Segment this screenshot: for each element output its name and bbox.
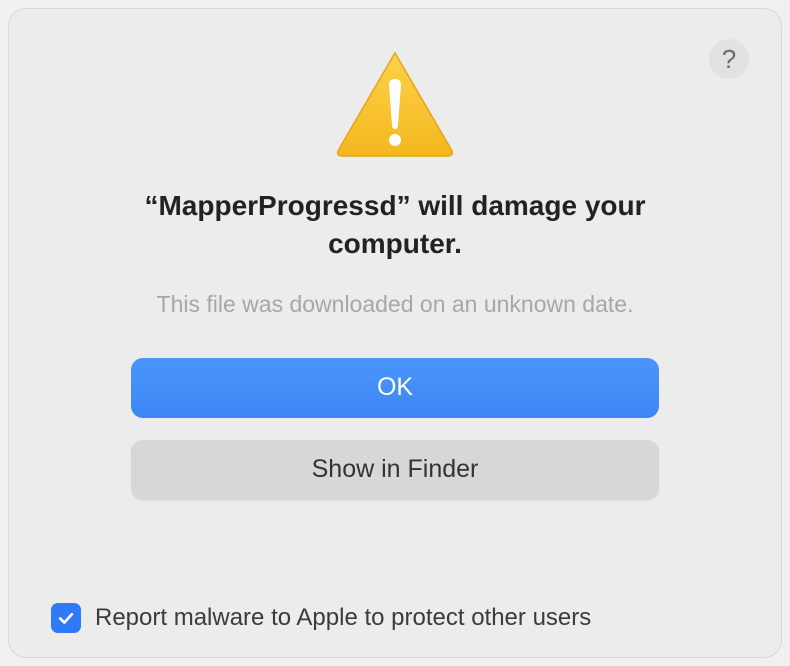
- gatekeeper-warning-dialog: ? “MapperProgressd” will damage your com…: [8, 8, 782, 658]
- report-malware-row: Report malware to Apple to protect other…: [51, 603, 591, 633]
- report-malware-label: Report malware to Apple to protect other…: [95, 604, 591, 632]
- warning-icon: [331, 47, 459, 159]
- ok-button[interactable]: OK: [131, 358, 659, 418]
- checkmark-icon: [56, 608, 76, 628]
- help-icon: ?: [722, 44, 736, 75]
- report-malware-checkbox[interactable]: [51, 603, 81, 633]
- show-in-finder-button[interactable]: Show in Finder: [131, 440, 659, 500]
- dialog-subtitle: This file was downloaded on an unknown d…: [157, 291, 634, 318]
- dialog-title: “MapperProgressd” will damage your compu…: [95, 187, 695, 263]
- help-button[interactable]: ?: [709, 39, 749, 79]
- button-stack: OK Show in Finder: [131, 358, 659, 500]
